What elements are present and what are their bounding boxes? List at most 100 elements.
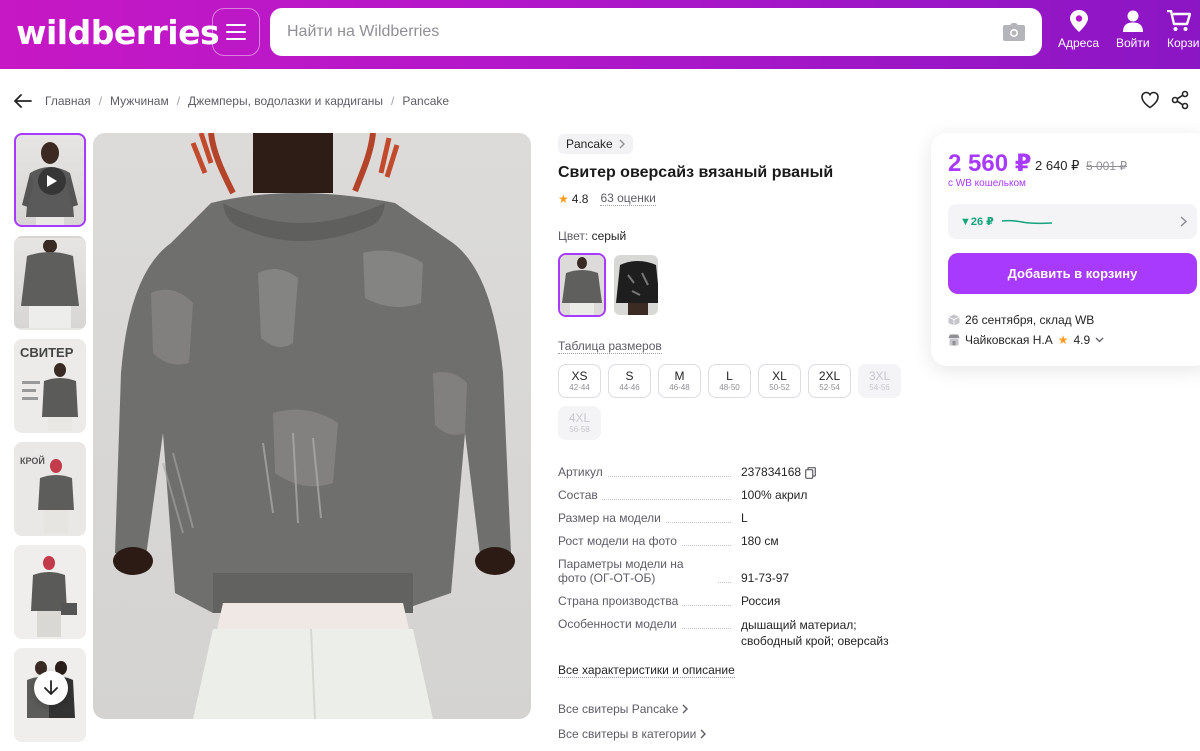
menu-bar-icon xyxy=(226,31,246,33)
all-characteristics-link[interactable]: Все характеристики и описание xyxy=(558,663,735,678)
size-option-xl[interactable]: XL 50-52 xyxy=(758,364,801,398)
spec-key: Параметры модели на фото (ОГ-ОТ-ОБ) xyxy=(558,557,718,585)
spec-row: Особенности модели дышащий материал; сво… xyxy=(558,617,898,649)
add-to-cart-button[interactable]: Добавить в корзину xyxy=(948,253,1197,294)
old-price: 5 001 ₽ xyxy=(1086,159,1127,173)
share-icon[interactable] xyxy=(1170,90,1190,110)
box-icon xyxy=(948,314,960,326)
breadcrumb-home[interactable]: Главная xyxy=(45,94,91,108)
user-icon xyxy=(1122,10,1143,32)
breadcrumb-men[interactable]: Мужчинам xyxy=(110,94,169,108)
size-ru-label: 42-44 xyxy=(569,383,590,392)
color-label-text: Цвет: xyxy=(558,229,589,243)
delivery-info: 26 сентября, склад WB xyxy=(948,313,1094,327)
regular-price: 2 640 ₽ xyxy=(1035,158,1080,173)
size-option-s[interactable]: S 44-46 xyxy=(608,364,651,398)
breadcrumb: Главная / Мужчинам / Джемперы, водолазки… xyxy=(14,91,449,111)
size-ru-label: 48-50 xyxy=(719,383,740,392)
main-product-photo[interactable] xyxy=(93,133,531,719)
spec-row: Рост модели на фото 180 см xyxy=(558,534,898,548)
gray-sweater-swatch xyxy=(560,255,604,315)
back-arrow-icon[interactable] xyxy=(14,91,34,111)
spec-key: Особенности модели xyxy=(558,617,681,631)
category-sweaters-link[interactable]: Все свитеры в категории xyxy=(558,727,707,741)
thumbnail-photo[interactable] xyxy=(14,545,86,639)
chevron-right-icon xyxy=(1180,216,1187,227)
color-option-gray[interactable] xyxy=(558,253,606,317)
color-option-black[interactable] xyxy=(612,253,660,317)
breadcrumb-category[interactable]: Джемперы, водолазки и кардиганы xyxy=(188,94,383,108)
size-label: 3XL xyxy=(868,369,891,383)
size-selector: XS 42-44 S 44-46 M 46-48 L 48-50 XL 50-52 2XL… xyxy=(558,364,908,440)
spec-key: Страна производства xyxy=(558,594,683,608)
heart-icon[interactable] xyxy=(1140,90,1160,110)
breadcrumb-separator: / xyxy=(391,94,395,108)
addresses-label: Адреса xyxy=(1058,36,1100,50)
thumbnail-infographic[interactable]: СВИТЕР xyxy=(14,339,86,433)
chevron-down-icon[interactable] xyxy=(1095,337,1104,343)
product-actions xyxy=(1140,90,1200,110)
wildberries-logo[interactable]: wildberries xyxy=(16,13,220,52)
size-ru-label: 44-46 xyxy=(619,383,640,392)
login-nav[interactable]: Войти xyxy=(1116,10,1150,50)
search-input[interactable] xyxy=(270,8,994,56)
size-option-m[interactable]: M 46-48 xyxy=(658,364,701,398)
size-option-2xl[interactable]: 2XL 52-54 xyxy=(808,364,851,398)
camera-search-icon[interactable] xyxy=(994,12,1034,52)
spec-value: 100% акрил xyxy=(741,488,808,502)
size-label: S xyxy=(625,369,634,383)
size-table-link[interactable]: Таблица размеров xyxy=(558,339,662,354)
size-option-xs[interactable]: XS 42-44 xyxy=(558,364,601,398)
brand-sweaters-link[interactable]: Все свитеры Pancake xyxy=(558,702,689,716)
reviews-link[interactable]: 63 оценки xyxy=(600,191,656,206)
brand-link[interactable]: Pancake xyxy=(558,134,633,154)
model-photo-thumbnail xyxy=(38,459,74,534)
copy-icon[interactable] xyxy=(805,467,816,479)
spec-value: 180 см xyxy=(741,534,779,548)
store-icon xyxy=(948,334,960,346)
breadcrumb-separator: / xyxy=(176,94,181,108)
model-photo-thumbnail xyxy=(21,240,79,328)
chevron-right-icon xyxy=(700,729,707,739)
price-history-button[interactable]: ▼26 ₽ xyxy=(948,204,1197,239)
spec-row: Размер на модели L xyxy=(558,511,898,525)
thumbnail-photo[interactable] xyxy=(14,236,86,330)
thumbnail-infographic[interactable]: КРОЙ xyxy=(14,442,86,536)
model-in-sweater-image xyxy=(113,133,515,719)
star-icon: ★ xyxy=(558,191,569,206)
spec-value-article: 237834168 xyxy=(741,465,802,479)
product-specs: Артикул 237834168 Состав 100% акрил Разм… xyxy=(558,465,898,658)
size-ru-label: 56-58 xyxy=(569,425,590,434)
breadcrumb-brand[interactable]: Pancake xyxy=(402,94,449,108)
menu-button[interactable] xyxy=(212,8,260,56)
size-label: 2XL xyxy=(818,369,841,383)
size-option-l[interactable]: L 48-50 xyxy=(708,364,751,398)
chevron-right-icon xyxy=(682,704,689,714)
chevron-right-icon xyxy=(619,139,625,149)
thumbnail-video[interactable] xyxy=(14,133,86,227)
thumbnail-gallery: СВИТЕР КРОЙ xyxy=(14,133,88,751)
spec-value: L xyxy=(741,511,748,525)
breadcrumb-separator: / xyxy=(98,94,103,108)
wallet-note[interactable]: с WB кошельком xyxy=(948,178,1026,189)
play-icon[interactable] xyxy=(38,167,66,195)
wallet-price: 2 560 ₽ xyxy=(948,150,1032,177)
size-label: XS xyxy=(571,369,588,383)
spec-key: Размер на модели xyxy=(558,511,665,525)
scroll-down-button[interactable] xyxy=(34,671,68,705)
price-trend-sparkline xyxy=(1001,219,1052,224)
size-ru-label: 52-54 xyxy=(819,383,840,392)
model-photo-thumbnail xyxy=(31,556,77,637)
product-rating: ★ 4.8 63 оценки xyxy=(558,191,656,206)
rating-value: 4.8 xyxy=(571,191,589,206)
black-sweater-swatch xyxy=(614,255,658,315)
cart-nav[interactable]: Корзина xyxy=(1167,10,1200,50)
size-label: L xyxy=(726,369,733,383)
thumbnail-title: СВИТЕР xyxy=(20,345,74,360)
cart-icon xyxy=(1167,10,1191,31)
spec-row: Параметры модели на фото (ОГ-ОТ-ОБ) 91-7… xyxy=(558,557,898,585)
price-drop-value: ▼26 ₽ xyxy=(960,216,994,228)
addresses-nav[interactable]: Адреса xyxy=(1058,10,1099,50)
seller-info[interactable]: Чайковская Н.А ★ 4.9 xyxy=(948,333,1104,347)
login-label: Войти xyxy=(1116,36,1150,50)
